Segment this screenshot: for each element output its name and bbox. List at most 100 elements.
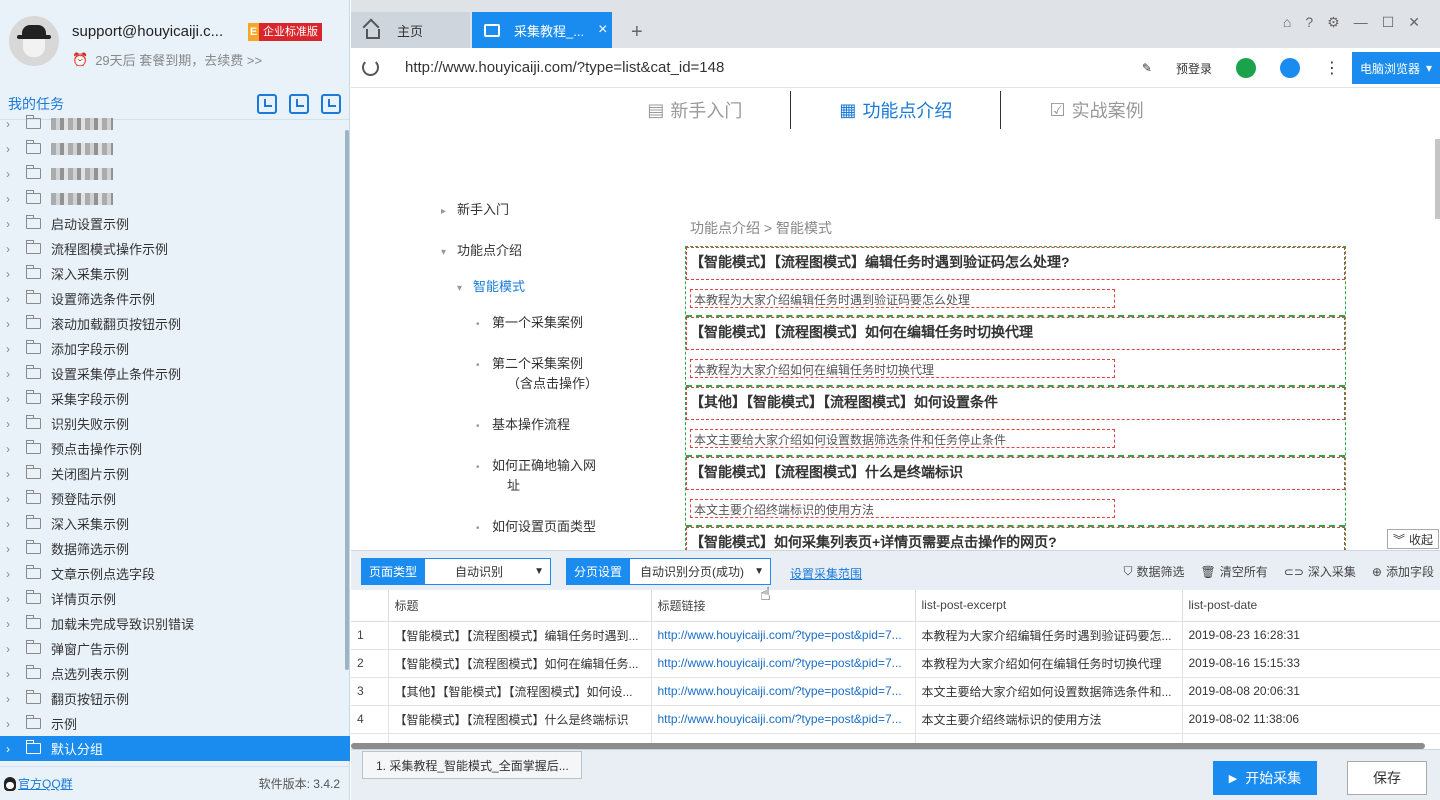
reload-icon[interactable] (362, 59, 379, 76)
chevron-right-icon[interactable]: › (6, 267, 20, 281)
start-collect-button[interactable]: ▶ 开始采集 (1213, 761, 1317, 795)
tree-group[interactable]: › (0, 161, 350, 186)
deep-collect-button[interactable]: ⊂⊃ 深入采集 (1284, 563, 1356, 580)
chevron-right-icon[interactable]: › (6, 317, 20, 331)
table-cell[interactable]: 1 (351, 621, 389, 650)
table-cell[interactable]: 2019-08-16 15:15:33 (1182, 649, 1440, 678)
table-cell[interactable]: 本教程为大家介绍编辑任务时遇到验证码要怎... (915, 621, 1183, 650)
tree-group[interactable]: › 关闭图片示例 (0, 461, 350, 486)
tree-group[interactable]: › (0, 136, 350, 161)
tree-group[interactable]: › 点选列表示例 (0, 661, 350, 686)
tree-group[interactable]: › 加载未完成导致识别错误 (0, 611, 350, 636)
page-type-select[interactable]: 自动识别 ▼ (424, 558, 551, 585)
close-icon[interactable]: ✕ (1408, 14, 1420, 31)
column-header[interactable]: 标题链接 (651, 590, 916, 622)
tree-group[interactable]: › 弹窗广告示例 (0, 636, 350, 661)
paging-select[interactable]: 自动识别分页(成功) ▼ (629, 558, 771, 585)
page-nav-item[interactable]: • 第一个采集案例 (476, 312, 583, 331)
page-nav-item[interactable]: • 第二个采集案例 (476, 353, 583, 372)
post-title-link[interactable]: 【智能模式】【流程图模式】什么是终端标识 (686, 457, 1345, 490)
chevron-right-icon[interactable]: › (6, 192, 20, 206)
table-cell[interactable]: http://www.houyicaiji.com/?type=post&pid… (651, 621, 916, 650)
chevron-right-icon[interactable]: › (6, 442, 20, 456)
table-cell[interactable]: http://www.houyicaiji.com/?type=post&pid… (651, 705, 916, 734)
page-nav-item[interactable]: • 基本操作流程 (476, 414, 570, 433)
tree-group[interactable]: › 深入采集示例 (0, 511, 350, 536)
post-title-link[interactable]: 【智能模式】【流程图模式】如何在编辑任务时切换代理 (686, 317, 1345, 350)
site-nav-cases[interactable]: ☑ 实战案例 (1000, 91, 1191, 129)
chevron-right-icon[interactable]: › (6, 692, 20, 706)
chevron-right-icon[interactable]: › (6, 217, 20, 231)
site-nav-beginner[interactable]: ▤ 新手入门 (599, 91, 790, 129)
edit-pencil-icon[interactable]: ✎ (1130, 61, 1164, 75)
tab-home[interactable]: 主页 (351, 12, 470, 48)
tree-group[interactable]: › 文章示例点选字段 (0, 561, 350, 586)
table-cell[interactable]: 2 (351, 649, 389, 678)
table-cell[interactable]: 2019-08-23 16:28:31 (1182, 621, 1440, 650)
table-row[interactable]: 1 【智能模式】【流程图模式】编辑任务时遇到... http://www.houyi… (351, 621, 1440, 650)
chevron-right-icon[interactable]: › (6, 567, 20, 581)
table-row[interactable]: 3 【其他】【智能模式】【流程图模式】如何设... http://www.houyi… (351, 677, 1440, 706)
avatar[interactable] (9, 16, 59, 66)
current-task-chip[interactable]: 1. 采集教程_智能模式_全面掌握后... (362, 751, 582, 779)
table-cell[interactable]: 3 (351, 677, 389, 706)
post-title-link[interactable]: 【其他】【智能模式】【流程图模式】如何设置条件 (686, 387, 1345, 420)
page-nav-item[interactable]: ▸ 新手入门 (441, 199, 509, 218)
tree-group[interactable]: › 示例 (0, 711, 350, 736)
tree-group[interactable]: › 翻页按钮示例 (0, 686, 350, 711)
plan-expire-text[interactable]: 29天后 套餐到期，去续费 >> (95, 50, 262, 69)
tree-group[interactable]: › 数据筛选示例 (0, 536, 350, 561)
column-header[interactable]: list-post-date (1182, 590, 1440, 622)
chevron-right-icon[interactable]: › (6, 467, 20, 481)
table-cell[interactable]: 2019-08-08 20:06:31 (1182, 677, 1440, 706)
chevron-right-icon[interactable]: › (6, 492, 20, 506)
collapse-button[interactable]: ︾ 收起 (1387, 529, 1439, 549)
filter-data-button[interactable]: ⛉ 数据筛选 (1124, 563, 1185, 580)
table-cell[interactable]: 【智能模式】【流程图模式】什么是终端标识 (388, 705, 652, 734)
tree-group[interactable]: › 预登陆示例 (0, 486, 350, 511)
tree-group[interactable]: › 采集字段示例 (0, 386, 350, 411)
page-nav-item[interactable]: ▾ 智能模式 (457, 276, 525, 295)
page-nav-item[interactable]: ▾ 功能点介绍 (441, 240, 522, 259)
set-range-link[interactable]: 设置采集范围 (790, 565, 862, 582)
tree-group[interactable]: › (0, 186, 350, 211)
url-field[interactable]: http://www.houyicaiji.com/?type=list&cat… (405, 59, 724, 76)
tree-scrollbar[interactable] (345, 130, 349, 670)
chevron-right-icon[interactable]: › (6, 142, 20, 156)
user-agent-icon[interactable] (1268, 58, 1312, 78)
settings-icon[interactable]: ⚙ (1327, 14, 1340, 31)
page-nav-item[interactable]: • 如何设置页面类型 (476, 516, 596, 535)
site-nav-features[interactable]: ▦ 功能点介绍 (790, 91, 1000, 129)
chevron-right-icon[interactable]: › (6, 717, 20, 731)
chevron-right-icon[interactable]: › (6, 617, 20, 631)
save-button[interactable]: 保存 (1347, 761, 1427, 795)
minimize-icon[interactable]: — (1354, 14, 1368, 31)
tree-group[interactable]: › 启动设置示例 (0, 211, 350, 236)
tree-group[interactable]: › (0, 111, 350, 136)
tree-group[interactable]: › 预点击操作示例 (0, 436, 350, 461)
add-field-button[interactable]: ⊕ 添加字段 (1372, 563, 1434, 580)
chevron-right-icon[interactable]: › (6, 367, 20, 381)
chevron-right-icon[interactable]: › (6, 667, 20, 681)
table-row[interactable]: 4 【智能模式】【流程图模式】什么是终端标识 http://www.houyicai… (351, 705, 1440, 734)
table-cell[interactable]: http://www.houyicaiji.com/?type=post&pid… (651, 677, 916, 706)
tree-group[interactable]: › 设置筛选条件示例 (0, 286, 350, 311)
tree-group[interactable]: › 添加字段示例 (0, 336, 350, 361)
post-title-link[interactable]: 【智能模式】如何采集列表页+详情页需要点击操作的网页? (686, 527, 1345, 550)
table-cell[interactable]: 4 (351, 705, 389, 734)
chevron-right-icon[interactable]: › (6, 242, 20, 256)
tab-tutorial[interactable]: 采集教程_... × (472, 12, 612, 48)
chevron-right-icon[interactable]: › (6, 517, 20, 531)
qq-group-label[interactable]: 官方QQ群 (18, 775, 73, 792)
prelogin-button[interactable]: 预登录 (1164, 60, 1224, 77)
help-icon[interactable]: ? (1305, 14, 1313, 31)
page-nav-item[interactable]: （含点击操作） (491, 373, 598, 392)
tree-group[interactable]: › 设置采集停止条件示例 (0, 361, 350, 386)
table-cell[interactable]: 本文主要介绍终端标识的使用方法 (915, 705, 1183, 734)
tree-group-selected[interactable]: › 默认分组 (0, 736, 350, 761)
browser-mode-select[interactable]: 电脑浏览器 ▾ (1351, 52, 1440, 84)
table-cell[interactable]: http://www.houyicaiji.com/?type=post&pid… (651, 649, 916, 678)
tree-group[interactable]: › 详情页示例 (0, 586, 350, 611)
new-tab-button[interactable]: + (619, 14, 643, 50)
tree-group[interactable]: › 深入采集示例 (0, 261, 350, 286)
